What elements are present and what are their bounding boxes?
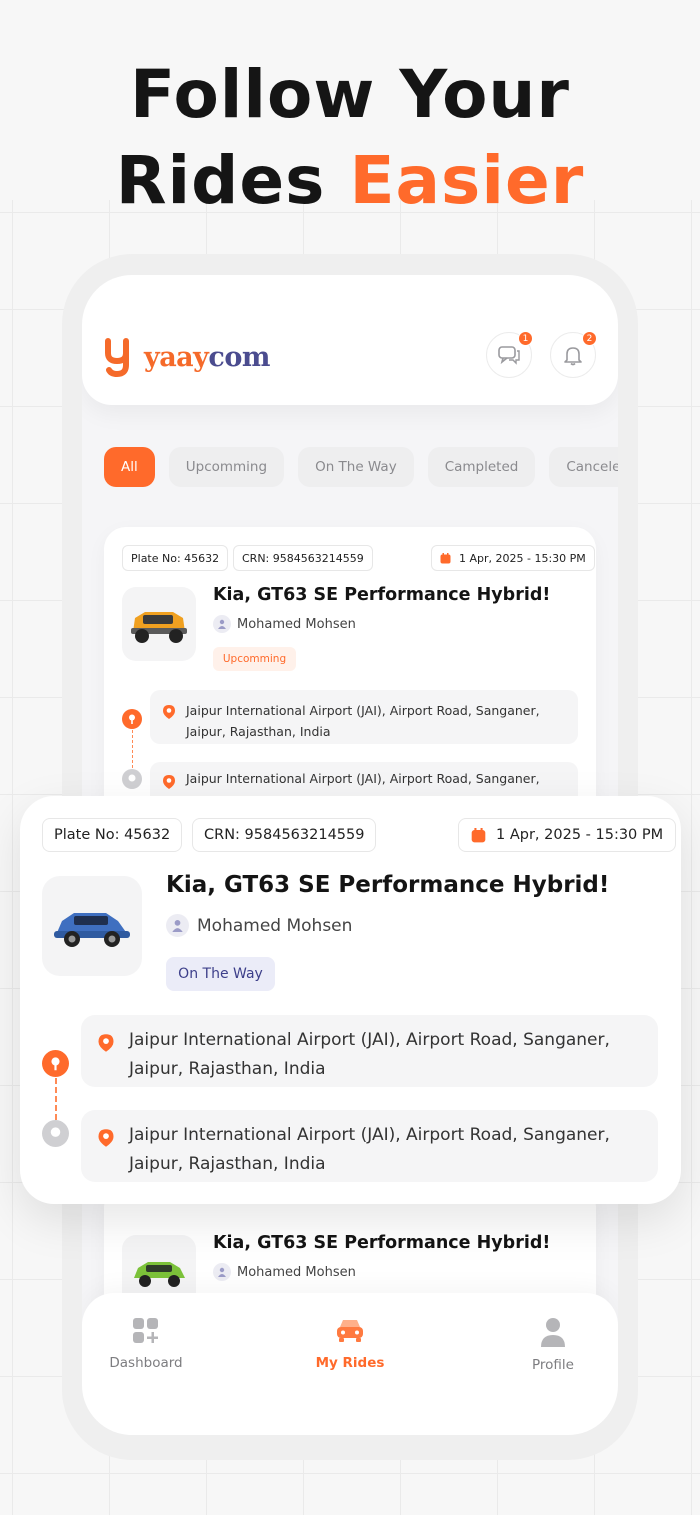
ride-filter-tabs: All Upcomming On The Way Campleted Cance… [104, 447, 618, 487]
car-thumbnail [42, 876, 142, 976]
route-line [131, 730, 133, 768]
ride-title: Kia, GT63 SE Performance Hybrid! [213, 1233, 551, 1253]
pickup-location: Jaipur International Airport (JAI), Airp… [81, 1015, 658, 1087]
tab-upcoming[interactable]: Upcomming [168, 447, 285, 487]
logo-text-prefix: yaay [144, 341, 209, 373]
date-text: 1 Apr, 2025 - 15:30 PM [459, 551, 586, 565]
plate-chip: Plate No: 45632 [122, 545, 229, 571]
app-logo: yaaycom [104, 337, 270, 377]
status-badge: Upcomming [213, 647, 296, 671]
headline-line-2-prefix: Rides [115, 142, 350, 219]
tab-completed[interactable]: Campleted [427, 447, 536, 487]
driver-name: Mohamed Mohsen [237, 1264, 356, 1280]
driver-name: Mohamed Mohsen [197, 915, 353, 936]
user-icon [213, 615, 231, 633]
chat-button[interactable]: 1 [486, 331, 533, 378]
nav-my-rides[interactable]: My Rides [290, 1317, 410, 1371]
featured-ride-card[interactable]: Plate No: 45632 CRN: 9584563214559 1 Apr… [20, 796, 681, 1204]
nav-dashboard[interactable]: Dashboard [86, 1317, 206, 1371]
logo-mark-icon [105, 338, 129, 377]
driver-name: Mohamed Mohsen [237, 616, 356, 632]
chat-badge: 1 [518, 331, 533, 346]
driver-info: Mohamed Mohsen [213, 1263, 356, 1281]
route-line [55, 1078, 57, 1120]
notification-badge: 2 [582, 331, 597, 346]
ride-title: Kia, GT63 SE Performance Hybrid! [213, 585, 551, 605]
pickup-address: Jaipur International Airport (JAI), Airp… [186, 703, 540, 739]
status-badge: On The Way [166, 957, 275, 991]
car-icon [134, 1262, 185, 1287]
date-chip: 1 Apr, 2025 - 15:30 PM [431, 545, 595, 571]
promo-headline: Follow Your Rides Easier [0, 52, 700, 224]
profile-icon [541, 1318, 565, 1347]
pickup-location: Jaipur International Airport (JAI), Airp… [150, 690, 578, 744]
nav-profile-label: Profile [532, 1357, 574, 1373]
location-pin-icon [163, 775, 175, 789]
plate-chip: Plate No: 45632 [42, 818, 183, 852]
nav-dashboard-label: Dashboard [109, 1355, 183, 1371]
logo-text: yaaycom [144, 342, 270, 373]
ride-title: Kia, GT63 SE Performance Hybrid! [166, 872, 610, 898]
chat-icon [498, 346, 520, 365]
driver-info: Mohamed Mohsen [213, 615, 356, 633]
headline-accent: Easier [349, 142, 585, 219]
car-icon [131, 612, 187, 643]
nav-my-rides-label: My Rides [315, 1355, 385, 1371]
car-nav-icon [337, 1320, 363, 1342]
logo-text-suffix: com [208, 341, 270, 373]
user-icon [166, 914, 189, 937]
date-chip: 1 Apr, 2025 - 15:30 PM [458, 818, 677, 852]
date-text: 1 Apr, 2025 - 15:30 PM [496, 827, 664, 843]
pickup-marker-icon [122, 709, 142, 729]
app-header: yaaycom 1 2 [82, 275, 618, 405]
nav-profile[interactable]: Profile [493, 1317, 613, 1373]
bell-icon [564, 347, 582, 366]
car-thumbnail [122, 587, 196, 661]
calendar-icon [440, 552, 451, 563]
tab-all[interactable]: All [104, 447, 155, 487]
driver-info: Mohamed Mohsen [166, 914, 352, 937]
dashboard-icon [133, 1318, 158, 1343]
headline-line-1: Follow Your [130, 56, 570, 133]
dropoff-location: Jaipur International Airport (JAI), Airp… [81, 1110, 658, 1182]
location-pin-icon [98, 1129, 114, 1147]
tab-on-the-way[interactable]: On The Way [298, 447, 414, 487]
pickup-address: Jaipur International Airport (JAI), Airp… [129, 1030, 610, 1079]
crn-chip: CRN: 9584563214559 [192, 818, 377, 852]
bottom-navigation: Dashboard My Rides Profile [82, 1293, 618, 1435]
car-icon [54, 913, 130, 947]
location-pin-icon [98, 1034, 114, 1052]
crn-chip: CRN: 9584563214559 [233, 545, 373, 571]
headline-line-2: Rides Easier [0, 138, 700, 224]
notification-button[interactable]: 2 [550, 331, 597, 378]
location-pin-icon [163, 705, 175, 719]
dropoff-marker-icon [42, 1120, 69, 1147]
dropoff-marker-icon [122, 769, 142, 789]
pickup-marker-icon [42, 1050, 69, 1077]
calendar-icon [471, 827, 486, 842]
tab-canceled[interactable]: Canceled [549, 447, 618, 487]
dropoff-address: Jaipur International Airport (JAI), Airp… [129, 1125, 610, 1174]
user-icon [213, 1263, 231, 1281]
